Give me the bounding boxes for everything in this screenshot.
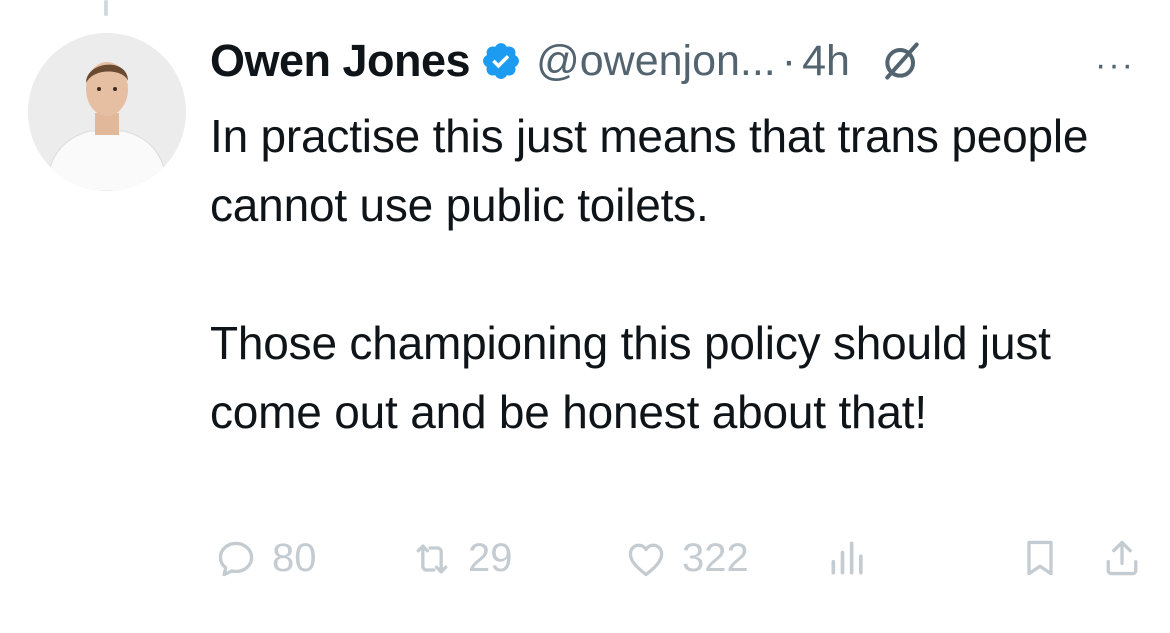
repost-icon <box>416 544 448 573</box>
views-icon <box>831 541 863 575</box>
like-button[interactable]: 322 <box>624 536 749 581</box>
share-icon <box>1106 540 1138 576</box>
reply-button[interactable]: 80 <box>214 536 317 581</box>
repost-button[interactable]: 29 <box>410 536 513 581</box>
share-button[interactable] <box>1100 536 1144 580</box>
separator-dot: · <box>781 36 797 85</box>
verified-badge-icon[interactable] <box>480 40 522 82</box>
tweet-actions: 80 29 322 <box>210 536 1160 596</box>
more-icon[interactable]: ··· <box>1095 46 1135 85</box>
repost-count: 29 <box>468 536 513 580</box>
heart-icon <box>628 543 664 576</box>
tweet-time[interactable]: 4h <box>802 37 850 86</box>
tweet-paragraph: Those championing this policy should jus… <box>210 317 1051 438</box>
bookmark-icon <box>1027 540 1053 576</box>
tweet-text: In practise this just means that trans p… <box>210 102 1150 447</box>
bookmark-button[interactable] <box>1018 536 1062 580</box>
like-count: 322 <box>682 536 749 580</box>
tweet-paragraph: In practise this just means that trans p… <box>210 110 1089 231</box>
grok-icon[interactable] <box>880 39 924 83</box>
author-name[interactable]: Owen Jones <box>210 35 471 87</box>
views-button[interactable] <box>826 536 870 580</box>
tweet[interactable]: Owen Jones @owenjon... · 4h ··· In pract… <box>210 26 1150 447</box>
reply-icon <box>218 541 254 576</box>
avatar[interactable] <box>28 33 186 191</box>
thread-connector <box>104 0 108 16</box>
author-handle[interactable]: @owenjon... <box>536 37 776 86</box>
tweet-header: Owen Jones @owenjon... · 4h <box>210 26 1150 96</box>
reply-count: 80 <box>272 536 317 580</box>
avatar-image <box>28 33 186 191</box>
